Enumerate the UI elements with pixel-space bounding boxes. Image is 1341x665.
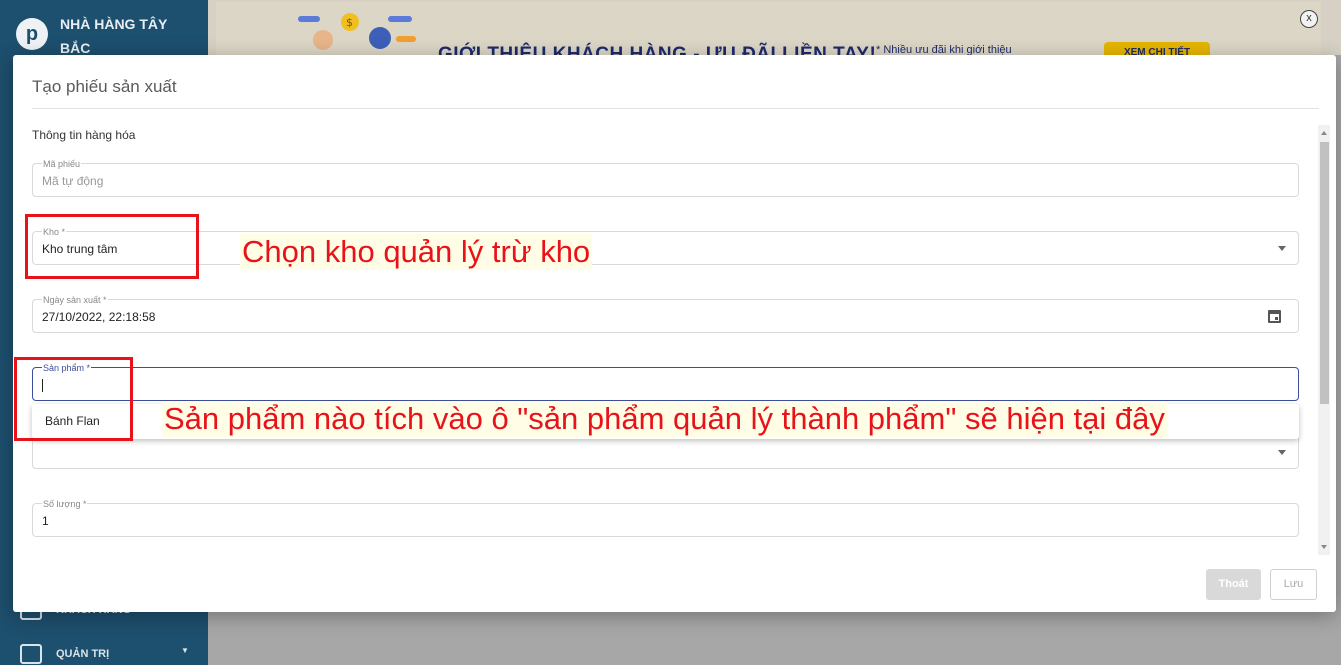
brand-logo-icon: p <box>16 18 48 50</box>
calendar-icon[interactable] <box>1268 310 1281 323</box>
admin-icon <box>20 644 42 664</box>
save-button[interactable]: Lưu <box>1270 569 1317 600</box>
create-production-modal: Tạo phiếu sản xuất Thông tin hàng hóa Mã… <box>13 55 1336 612</box>
field-label: Mã phiếu <box>42 159 82 169</box>
svg-text:$: $ <box>346 16 353 29</box>
banner-title: GIỚI THIỆU KHÁCH HÀNG - ƯU ĐÃI LIỀN TAY! <box>438 44 877 55</box>
banner-note: * Nhiều ưu đãi khi giới thiệu <box>876 44 1012 55</box>
production-date-field[interactable]: Ngày sản xuất * 27/10/2022, 22:18:58 <box>32 295 1299 333</box>
field-label: Ngày sản xuất * <box>42 295 108 305</box>
modal-title: Tạo phiếu sản xuất <box>32 77 177 96</box>
promo-banner[interactable]: $ GIỚI THIỆU KHÁCH HÀNG - ƯU ĐÃI LIỀN TA… <box>216 2 1321 55</box>
close-icon[interactable]: x <box>1300 10 1318 28</box>
quantity-value: 1 <box>42 514 49 528</box>
promo-illustration-icon: $ <box>298 13 416 50</box>
chevron-down-icon[interactable] <box>1278 450 1286 455</box>
sidebar-item-admin[interactable]: QUẢN TRỊ <box>20 644 109 664</box>
section-label: Thông tin hàng hóa <box>32 128 136 142</box>
exit-button[interactable]: Thoát <box>1206 569 1261 600</box>
warehouse-select[interactable]: Kho * Kho trung tâm <box>32 227 1299 265</box>
product-input[interactable]: Sản phẩm * <box>32 363 1299 401</box>
annotation-highlight-product <box>14 357 133 441</box>
divider <box>32 108 1319 109</box>
chevron-down-icon[interactable] <box>1278 246 1286 251</box>
quantity-field[interactable]: Số lượng * 1 <box>32 499 1299 537</box>
annotation-warehouse-note: Chọn kho quản lý trừ kho <box>240 234 593 270</box>
annotation-product-note: Sản phẩm nào tích vào ô "sản phẩm quản l… <box>162 401 1167 437</box>
chevron-down-icon[interactable]: ▼ <box>181 646 189 655</box>
unit-select[interactable] <box>32 435 1299 469</box>
scrollbar-thumb[interactable] <box>1320 142 1329 404</box>
annotation-highlight-warehouse <box>25 214 199 279</box>
brand-name: NHÀ HÀNG TÂY BẮC <box>60 16 168 56</box>
field-label: Số lượng * <box>42 499 88 509</box>
voucher-code-placeholder: Mã tự động <box>42 174 104 188</box>
scroll-up-icon[interactable] <box>1321 131 1327 135</box>
scroll-down-icon[interactable] <box>1321 545 1327 549</box>
banner-details-button[interactable]: XEM CHI TIẾT <box>1104 42 1210 55</box>
production-date-value: 27/10/2022, 22:18:58 <box>42 310 156 324</box>
voucher-code-field[interactable]: Mã phiếu Mã tự động <box>32 159 1299 197</box>
